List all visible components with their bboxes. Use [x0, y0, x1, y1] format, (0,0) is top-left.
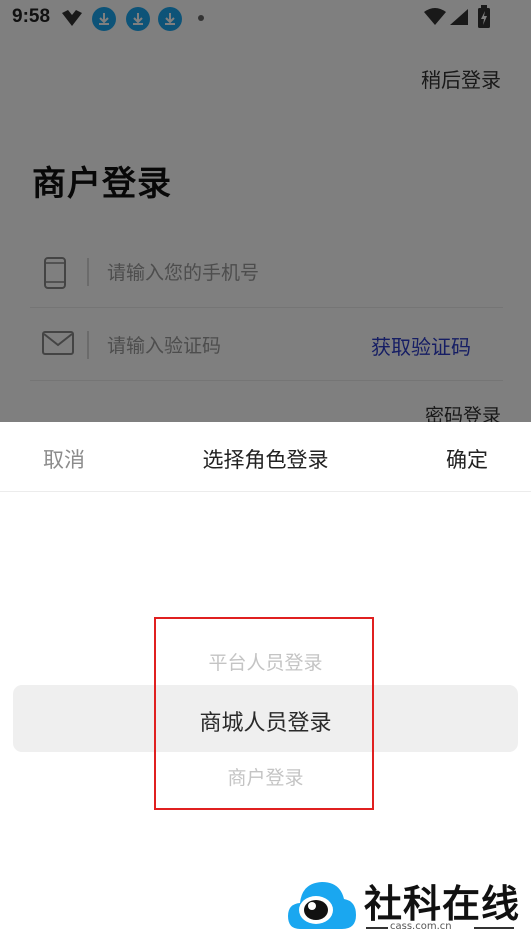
- watermark-rule: [474, 927, 514, 929]
- watermark: 社科在线 cass.com.cn: [286, 873, 531, 944]
- role-picker-sheet: 选择角色登录 取消 确定 平台人员登录 商城人员登录 商户登录: [0, 422, 531, 944]
- watermark-url: cass.com.cn: [390, 921, 452, 932]
- sheet-header: 选择角色登录 取消 确定: [0, 422, 531, 492]
- cancel-button[interactable]: 取消: [43, 444, 85, 474]
- confirm-button[interactable]: 确定: [446, 444, 488, 474]
- annotation-highlight-box: [154, 617, 374, 810]
- watermark-rule: [366, 927, 388, 929]
- cloud-logo-icon: [288, 882, 356, 929]
- watermark-text: 社科在线: [364, 881, 521, 926]
